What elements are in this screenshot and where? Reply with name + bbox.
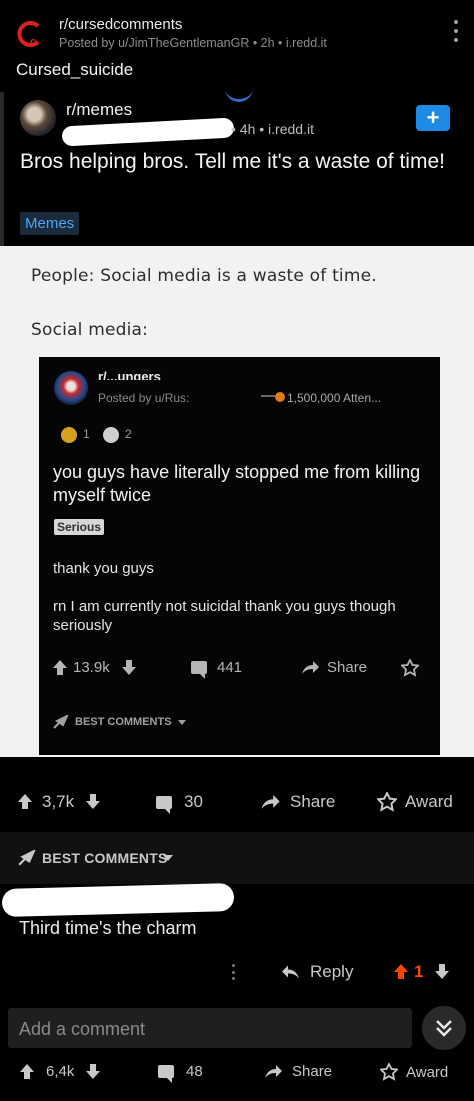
comment-vote-count: 1	[414, 962, 424, 981]
comment-action-bar: Reply 1	[0, 958, 474, 986]
card-best-comments: BEST COMMENTS	[53, 715, 186, 729]
post-action-bar: 3,7k 30 Share Award	[0, 792, 474, 814]
post-comment-count: 30	[184, 792, 203, 811]
comment-icon	[191, 661, 207, 679]
comment-sort-row[interactable]: BEST COMMENTS	[0, 832, 474, 884]
more-options-icon[interactable]	[450, 20, 462, 42]
meme-caption-1: People: Social media is a waste of time.	[31, 266, 377, 286]
downvote-icon[interactable]	[86, 1063, 101, 1080]
card-attendance: 1,500,000 Atten...	[287, 391, 382, 405]
partial-icon	[225, 88, 253, 102]
card-comment-count: 441	[217, 659, 243, 676]
comment-text: Third time's the charm	[19, 918, 197, 938]
card-post-title: you guys have literally stopped me from …	[53, 462, 421, 505]
chevron-down-icon	[163, 855, 173, 861]
share-button[interactable]: Share	[260, 792, 335, 812]
downvote-icon	[121, 659, 136, 676]
svg-text:c: c	[30, 36, 36, 48]
avatar	[20, 100, 56, 136]
card-vote-count: 13.9k	[73, 659, 110, 676]
embedded-post-title: Bros helping bros. Tell me it's a waste …	[20, 150, 445, 173]
award-label: Award	[405, 792, 453, 811]
card-body-text: thank you guys	[53, 560, 154, 577]
upvote-icon	[53, 659, 67, 676]
bottom-action-bar: 6,4k 48 Share Award	[0, 1063, 474, 1083]
avatar	[54, 371, 88, 405]
bottom-vote-count: 6,4k	[46, 1063, 75, 1080]
share-icon	[265, 1064, 282, 1078]
post-header: c r/cursedcomments Posted by u/JimTheGen…	[0, 0, 474, 92]
upvote-icon[interactable]	[394, 964, 408, 980]
flair-badge: Memes	[20, 212, 80, 235]
card-body-text: rn I am currently not suicidal thank you…	[53, 598, 396, 634]
embedded-post-meta: • 4h • i.redd.it	[231, 121, 314, 137]
upvote-icon[interactable]	[20, 1063, 34, 1080]
comment-placeholder: Add a comment	[19, 1019, 146, 1039]
award-button[interactable]: Award	[377, 792, 453, 812]
embedded-subreddit-name: r/memes	[66, 100, 133, 119]
upvote-icon[interactable]	[18, 794, 32, 810]
share-button[interactable]: Share	[264, 1063, 332, 1080]
rocket-icon	[18, 850, 36, 866]
bottom-comment-count: 48	[186, 1063, 203, 1080]
double-chevron-down-icon	[436, 1020, 452, 1037]
award-icon	[380, 1063, 398, 1081]
gold-award-icon	[61, 427, 77, 443]
fire-icon	[275, 392, 285, 402]
card-share-label: Share	[327, 659, 368, 676]
post-title: Cursed_suicide	[16, 60, 134, 79]
card-best-label: BEST COMMENTS	[75, 716, 172, 728]
downvote-icon[interactable]	[86, 794, 101, 810]
post-meta: Posted by u/JimTheGentlemanGR • 2h • i.r…	[59, 36, 327, 50]
meme-caption-2: Social media:	[31, 320, 149, 340]
more-options-icon[interactable]	[232, 964, 236, 980]
redaction-mark	[1, 882, 235, 918]
bottom-award-label: Award	[406, 1063, 449, 1081]
comments-button[interactable]: 30	[156, 792, 203, 814]
award-icon	[401, 659, 419, 677]
comment-icon	[156, 795, 172, 814]
screenshot-card: r/...ungers Posted by u/Rus: 1,500,000 A…	[39, 357, 440, 755]
card-subreddit-name: r/...ungers	[98, 369, 161, 380]
comment-icon	[158, 1065, 174, 1083]
redaction-mark	[261, 395, 275, 397]
collapse-thread-button[interactable]	[422, 1006, 466, 1050]
card-post-meta: Posted by u/Rus:	[98, 391, 190, 405]
share-label: Share	[290, 792, 336, 811]
award-count: 2	[125, 427, 132, 441]
sort-label: BEST COMMENTS	[42, 850, 168, 866]
image-edge	[0, 92, 4, 246]
flair-badge: Serious	[54, 519, 105, 535]
join-plus-button: +	[416, 105, 450, 131]
reply-label: Reply	[310, 962, 354, 981]
award-button[interactable]: Award	[380, 1063, 448, 1081]
subreddit-logo-icon[interactable]: c	[16, 20, 46, 48]
chevron-down-icon	[177, 719, 186, 725]
silver-award-icon	[103, 427, 119, 443]
reply-icon	[282, 965, 299, 978]
subreddit-name[interactable]: r/cursedcomments	[59, 16, 182, 33]
rocket-icon	[53, 715, 69, 729]
award-count: 1	[83, 427, 90, 441]
post-vote-count: 3,7k	[42, 792, 75, 811]
redaction-mark	[61, 117, 235, 147]
downvote-icon[interactable]	[435, 964, 450, 980]
embedded-post-image[interactable]: r/memes • 4h • i.redd.it + Bros helping …	[0, 92, 474, 246]
card-action-bar: 13.9k 441 Share	[39, 657, 440, 679]
award-icon	[377, 792, 397, 812]
share-icon	[302, 660, 319, 674]
reply-button[interactable]: Reply	[282, 962, 353, 982]
meme-image[interactable]: People: Social media is a waste of time.…	[0, 246, 474, 757]
comment-input[interactable]: Add a comment	[8, 1008, 412, 1048]
comments-button[interactable]: 48	[158, 1063, 203, 1083]
bottom-share-label: Share	[292, 1063, 333, 1080]
share-icon	[261, 794, 280, 809]
